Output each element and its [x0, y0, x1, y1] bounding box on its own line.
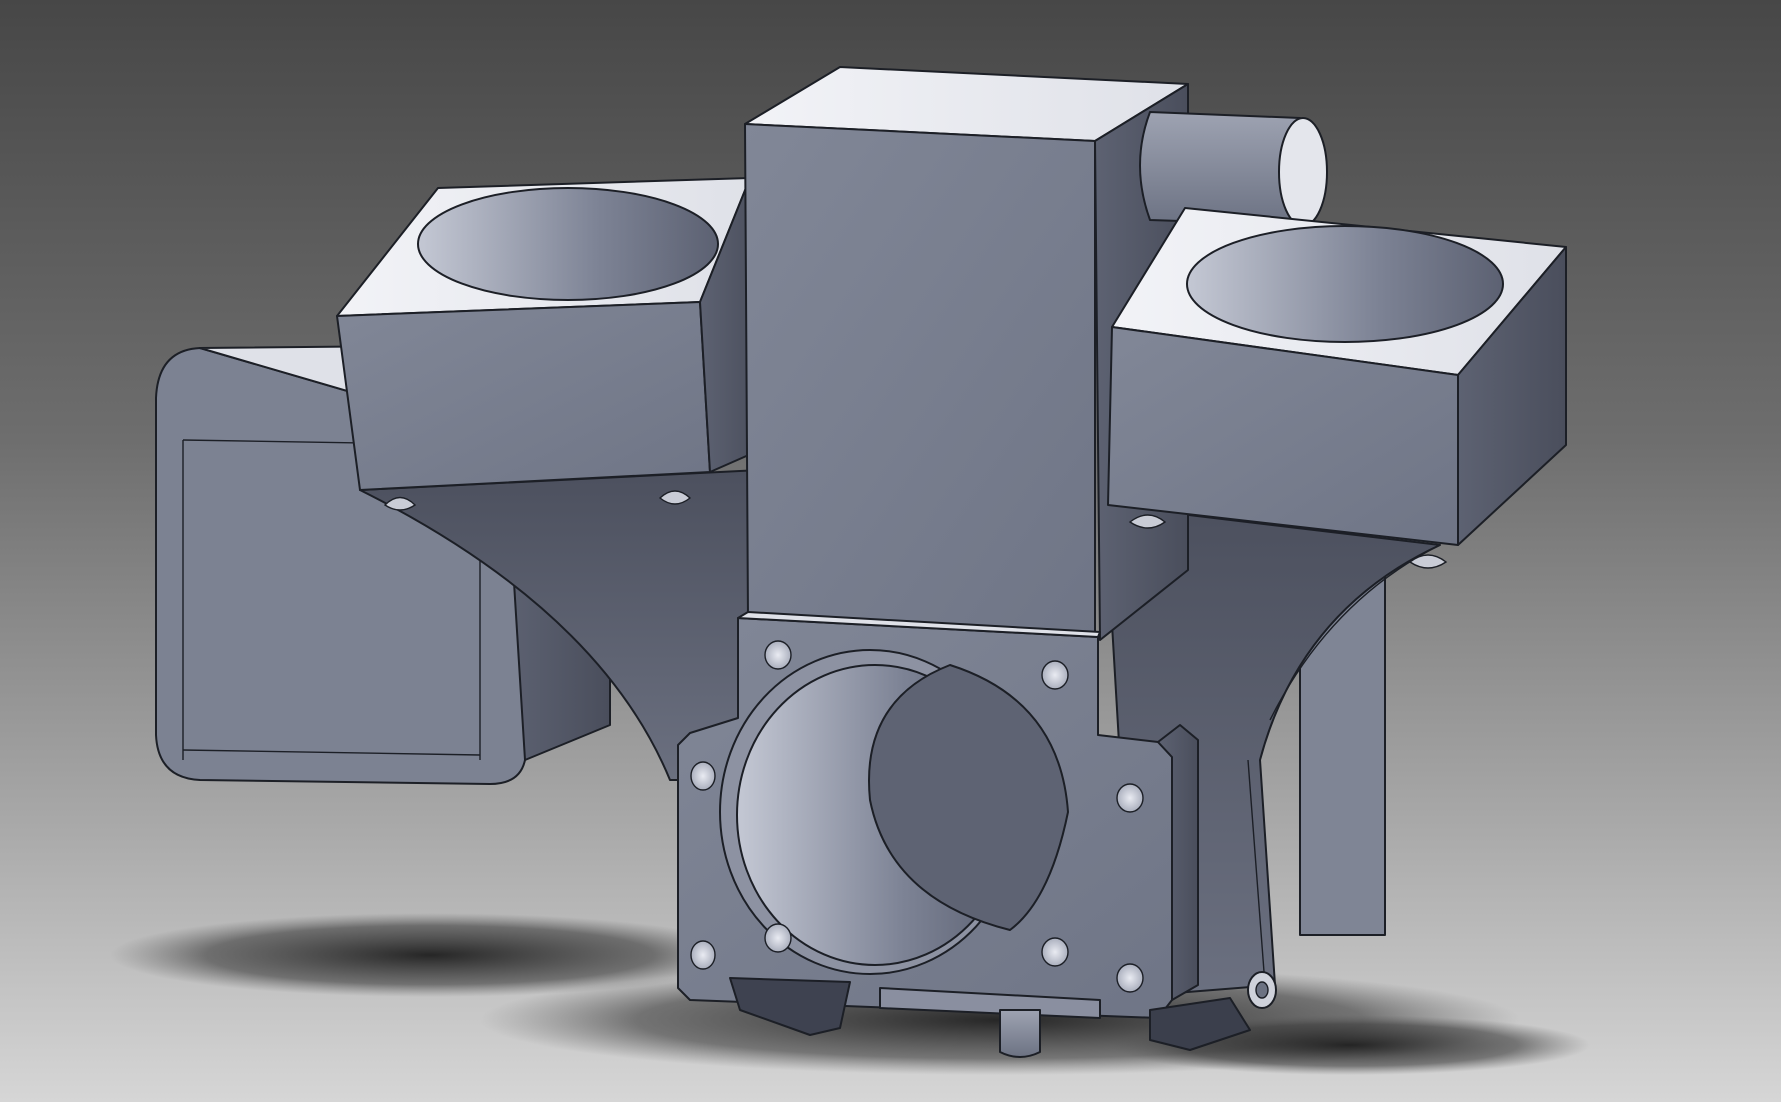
bearing-block-right[interactable]	[1107, 207, 1567, 546]
cad-viewport[interactable]	[0, 0, 1781, 1102]
cylinder-boss[interactable]	[1139, 111, 1328, 227]
model-canvas[interactable]	[0, 0, 1781, 1102]
bearing-block-left[interactable]	[336, 177, 761, 491]
